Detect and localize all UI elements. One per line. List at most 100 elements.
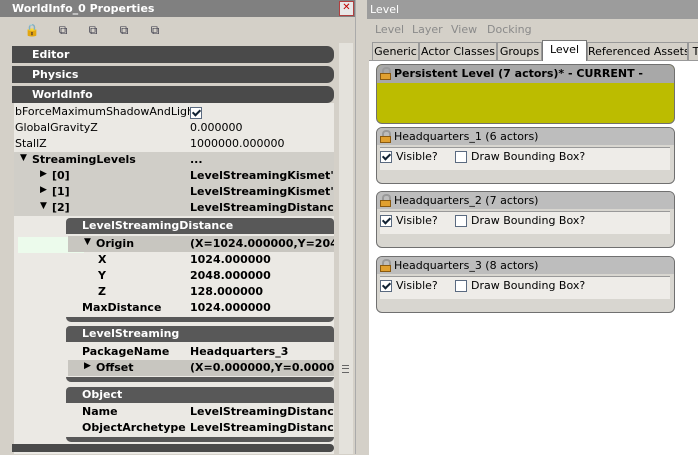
lock-icon[interactable] xyxy=(380,259,391,272)
property-name: StreamingLevels xyxy=(32,153,136,166)
property-row-item2[interactable]: ▼ [2] LevelStreamingDistance' xyxy=(14,200,334,216)
menu-layer[interactable]: Layer xyxy=(412,23,443,36)
lock-icon[interactable]: 🔒 xyxy=(24,22,40,38)
tab-level[interactable]: Level xyxy=(542,40,587,61)
level-title: Headquarters_1 (6 actors) xyxy=(394,130,539,143)
collapse-triangle-icon[interactable]: ▼ xyxy=(84,237,91,247)
level-title-bar[interactable]: Level xyxy=(367,0,698,19)
expand-all-icon[interactable]: ⧉ xyxy=(116,22,132,38)
property-row-stallz[interactable]: StallZ 1000000.000000 xyxy=(14,136,334,152)
property-row-package-name[interactable]: PackageName Headquarters_3 xyxy=(68,344,334,360)
visible-label[interactable]: Visible? xyxy=(396,279,438,292)
property-value[interactable]: 2048.000000 xyxy=(190,269,271,282)
visible-checkbox[interactable] xyxy=(380,151,392,163)
property-row-origin[interactable]: ▼ Origin (X=1024.000000,Y=2048 xyxy=(68,236,334,252)
level-panel-headquarters-3[interactable]: Headquarters_3 (8 actors) Visible? Draw … xyxy=(376,256,675,313)
level-browser-window: Level Level Layer View Docking Generic A… xyxy=(367,0,698,455)
property-value[interactable]: (X=1024.000000,Y=2048 xyxy=(190,237,334,250)
menu-view[interactable]: View xyxy=(451,23,477,36)
property-value[interactable]: 1024.000000 xyxy=(190,301,271,314)
bounding-box-checkbox[interactable] xyxy=(455,215,467,227)
persistent-level-title: Persistent Level (7 actors)* - CURRENT - xyxy=(394,67,643,80)
tab-truncated[interactable]: T xyxy=(688,42,698,60)
property-row-force-shadow[interactable]: bForceMaximumShadowAndLigh xyxy=(14,104,334,120)
bounding-box-label[interactable]: Draw Bounding Box? xyxy=(471,279,585,292)
bounding-box-label[interactable]: Draw Bounding Box? xyxy=(471,214,585,227)
level-header[interactable]: Headquarters_2 (7 actors) xyxy=(377,192,674,209)
level-panel-headquarters-2[interactable]: Headquarters_2 (7 actors) Visible? Draw … xyxy=(376,191,675,248)
property-row-archetype[interactable]: ObjectArchetype LevelStreamingDistance' xyxy=(68,420,334,436)
expand-triangle-icon[interactable]: ▶ xyxy=(40,185,47,195)
property-value[interactable]: 128.000000 xyxy=(190,285,263,298)
property-value[interactable]: ... xyxy=(190,153,203,166)
level-header[interactable]: Headquarters_3 (8 actors) xyxy=(377,257,674,274)
property-value[interactable]: LevelStreamingKismet'He xyxy=(190,185,334,198)
close-icon[interactable]: ✕ xyxy=(339,1,354,16)
group-header-level-streaming[interactable]: LevelStreaming xyxy=(66,326,334,342)
visible-label[interactable]: Visible? xyxy=(396,150,438,163)
copy-complete-icon[interactable]: ⧉ xyxy=(85,22,101,38)
persistent-level-panel[interactable]: Persistent Level (7 actors)* - CURRENT - xyxy=(376,64,675,124)
property-row-name[interactable]: Name LevelStreamingDistance_ xyxy=(68,404,334,420)
category-footer xyxy=(12,444,334,452)
property-row-item1[interactable]: ▶ [1] LevelStreamingKismet'He xyxy=(14,184,334,200)
expand-triangle-icon[interactable]: ▶ xyxy=(84,361,91,371)
property-row-y[interactable]: Y 2048.000000 xyxy=(68,268,334,284)
tab-groups[interactable]: Groups xyxy=(497,42,542,60)
property-row-gravity[interactable]: GlobalGravityZ 0.000000 xyxy=(14,120,334,136)
property-value[interactable]: 0.000000 xyxy=(190,121,243,134)
vertical-scrollbar[interactable] xyxy=(339,43,353,454)
property-value[interactable]: 1024.000000 xyxy=(190,253,271,266)
visible-checkbox[interactable] xyxy=(380,215,392,227)
property-value[interactable]: LevelStreamingKismet'He xyxy=(190,169,334,182)
property-value[interactable]: LevelStreamingDistance' xyxy=(190,201,334,214)
menu-docking[interactable]: Docking xyxy=(487,23,532,36)
tab-referenced-assets[interactable]: Referenced Assets xyxy=(587,42,688,60)
visible-label[interactable]: Visible? xyxy=(396,214,438,227)
property-value[interactable]: 1000000.000000 xyxy=(190,137,284,150)
bounding-box-checkbox[interactable] xyxy=(455,151,467,163)
property-row-streaming-levels[interactable]: ▼ StreamingLevels ... xyxy=(14,152,334,168)
tab-generic[interactable]: Generic xyxy=(372,42,419,60)
tab-actor-classes[interactable]: Actor Classes xyxy=(419,42,497,60)
property-name: MaxDistance xyxy=(82,301,162,314)
collapse-triangle-icon[interactable]: ▼ xyxy=(40,201,47,211)
category-worldinfo[interactable]: WorldInfo xyxy=(12,86,334,103)
properties-title-bar[interactable]: WorldInfo_0 Properties ✕ xyxy=(0,0,355,17)
bounding-box-checkbox[interactable] xyxy=(455,280,467,292)
scroll-grip-icon[interactable] xyxy=(342,365,349,373)
property-name: Z xyxy=(98,285,106,298)
property-row-item0[interactable]: ▶ [0] LevelStreamingKismet'He xyxy=(14,168,334,184)
lock-icon[interactable] xyxy=(380,130,391,143)
group-header-object[interactable]: Object xyxy=(66,387,334,403)
persistent-level-header[interactable]: Persistent Level (7 actors)* - CURRENT - xyxy=(377,65,674,83)
force-shadow-checkbox[interactable] xyxy=(190,107,202,119)
menu-level[interactable]: Level xyxy=(375,23,404,36)
property-value[interactable]: LevelStreamingDistance' xyxy=(190,421,334,434)
copy-icon[interactable]: ⧉ xyxy=(55,22,71,38)
property-row-x[interactable]: X 1024.000000 xyxy=(68,252,334,268)
level-panel-headquarters-1[interactable]: Headquarters_1 (6 actors) Visible? Draw … xyxy=(376,127,675,184)
properties-title: WorldInfo_0 Properties xyxy=(12,2,155,15)
level-list: Persistent Level (7 actors)* - CURRENT -… xyxy=(369,60,698,455)
property-row-offset[interactable]: ▶ Offset (X=0.000000,Y=0.000000 xyxy=(68,360,334,376)
group-title: Object xyxy=(82,388,123,401)
group-header-level-streaming-distance[interactable]: LevelStreamingDistance xyxy=(66,218,334,234)
property-name: [0] xyxy=(52,169,70,182)
property-value[interactable]: Headquarters_3 xyxy=(190,345,288,358)
lock-icon[interactable] xyxy=(380,194,391,207)
property-name: PackageName xyxy=(82,345,170,358)
bounding-box-label[interactable]: Draw Bounding Box? xyxy=(471,150,585,163)
collapse-triangle-icon[interactable]: ▼ xyxy=(20,153,27,163)
property-row-max-distance[interactable]: MaxDistance 1024.000000 xyxy=(68,300,334,316)
category-editor[interactable]: Editor xyxy=(12,46,334,63)
property-row-z[interactable]: Z 128.000000 xyxy=(68,284,334,300)
level-header[interactable]: Headquarters_1 (6 actors) xyxy=(377,128,674,145)
expand-triangle-icon[interactable]: ▶ xyxy=(40,169,47,179)
property-value[interactable]: (X=0.000000,Y=0.000000 xyxy=(190,361,334,374)
collapse-all-icon[interactable]: ⧉ xyxy=(147,22,163,38)
property-value[interactable]: LevelStreamingDistance_ xyxy=(190,405,334,418)
lock-icon[interactable] xyxy=(380,67,391,80)
category-physics[interactable]: Physics xyxy=(12,66,334,83)
visible-checkbox[interactable] xyxy=(380,280,392,292)
